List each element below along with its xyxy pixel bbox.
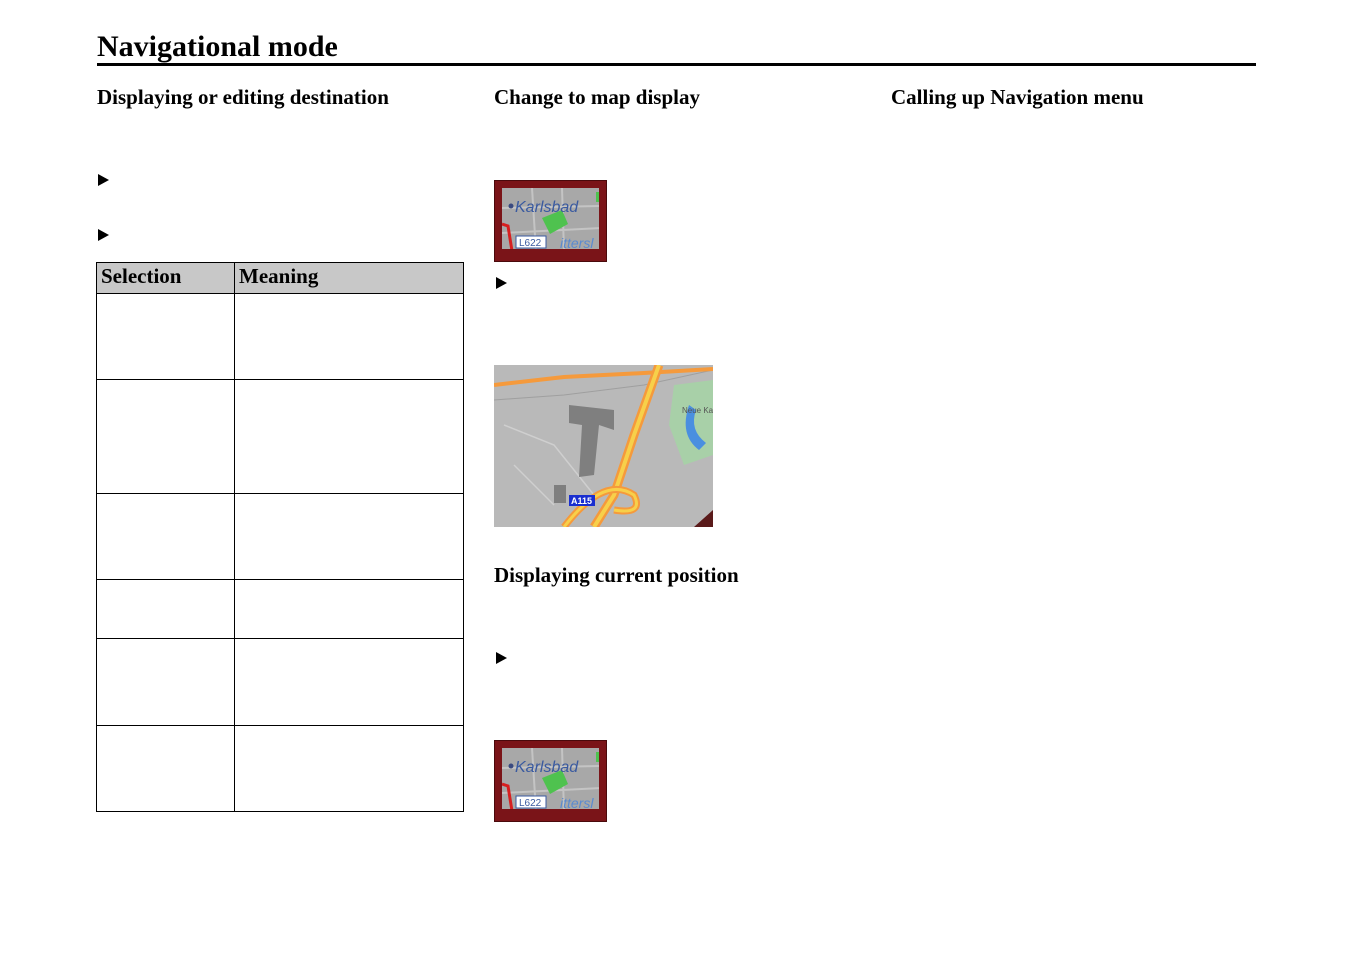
cell-meaning	[234, 725, 464, 812]
cell-meaning	[234, 493, 464, 580]
table-row	[96, 638, 464, 726]
svg-text:Karlsbad: Karlsbad	[515, 199, 579, 216]
svg-text:ittersl: ittersl	[560, 795, 594, 809]
bullet-arrow-icon	[496, 277, 507, 289]
column-header-meaning: Meaning	[234, 262, 464, 294]
map-screenshot: A115 Neue Ka	[494, 365, 713, 527]
title-rule	[97, 63, 1256, 66]
map-display-icon: Karlsbad L622 ittersl	[502, 748, 599, 809]
page-title: Navigational mode	[97, 30, 338, 63]
svg-text:L622: L622	[519, 238, 542, 249]
svg-text:Neue Ka: Neue Ka	[682, 406, 713, 415]
svg-text:Karlsbad: Karlsbad	[515, 759, 579, 776]
bullet-arrow-icon	[98, 229, 109, 241]
svg-text:A115: A115	[571, 496, 592, 506]
table-row	[96, 579, 464, 639]
cell-meaning	[234, 379, 464, 494]
cell-meaning	[234, 293, 464, 380]
map-display-icon: Karlsbad L622 ittersl	[502, 188, 599, 249]
svg-text:ittersl: ittersl	[560, 235, 594, 249]
bullet-arrow-icon	[496, 652, 507, 664]
selection-meaning-table: Selection Meaning	[96, 262, 464, 812]
table-row	[96, 379, 464, 494]
section-heading-map-display: Change to map display	[494, 85, 700, 109]
table-header-row: Selection Meaning	[96, 262, 464, 294]
section-heading-destination: Displaying or editing destination	[97, 85, 389, 109]
column-header-selection: Selection	[96, 262, 235, 294]
table-row	[96, 725, 464, 812]
current-position-button[interactable]: Karlsbad L622 ittersl	[494, 740, 607, 822]
cell-meaning	[234, 579, 464, 639]
cell-selection	[96, 493, 235, 580]
cell-meaning	[234, 638, 464, 726]
section-heading-current-position: Displaying current position	[494, 563, 739, 587]
table-row	[96, 293, 464, 380]
svg-text:L622: L622	[519, 798, 542, 809]
section-heading-navigation-menu: Calling up Navigation menu	[891, 85, 1144, 109]
table-row	[96, 493, 464, 580]
bullet-arrow-icon	[98, 174, 109, 186]
cell-selection	[96, 379, 235, 494]
cell-selection	[96, 579, 235, 639]
map-display-button[interactable]: Karlsbad L622 ittersl	[494, 180, 607, 262]
cell-selection	[96, 293, 235, 380]
cell-selection	[96, 638, 235, 726]
cell-selection	[96, 725, 235, 812]
